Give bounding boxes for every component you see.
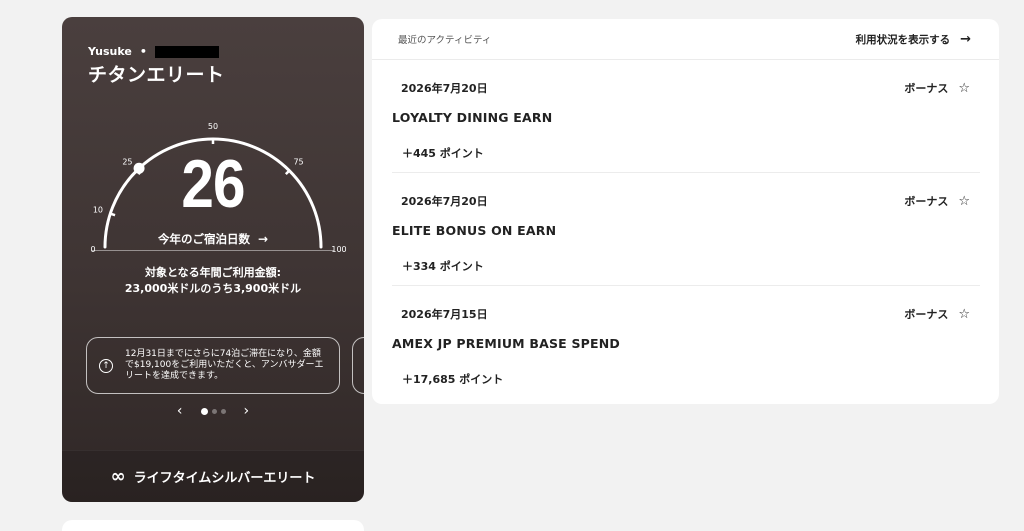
entry-type-label: ボーナス (904, 195, 949, 208)
entry-points: ＋445 ポイント (402, 147, 484, 160)
next-promo-card[interactable] (352, 337, 364, 394)
divider (92, 250, 334, 251)
entry-date: 2026年7月20日 (401, 82, 488, 95)
entry-date: 2026年7月15日 (401, 308, 488, 321)
member-line: Yusuke • (88, 45, 219, 58)
spend-value: 23,000米ドルのうち3,900米ドル (124, 282, 302, 295)
promo-card[interactable]: ↑ 12月31日までにさらに74泊ご滞在になり、金額で$19,100をご利用いた… (86, 337, 340, 394)
nights-link[interactable]: 今年のご宿泊日数 → (62, 231, 364, 247)
entry-date: 2026年7月20日 (401, 195, 488, 208)
spend-label: 対象となる年間ご利用金額: (144, 266, 282, 279)
entry-name: LOYALTY DINING EARN (392, 110, 553, 125)
gauge-tick-label: 50 (208, 122, 218, 131)
activity-title: 最近のアクティビティ (398, 35, 492, 46)
activity-entry[interactable]: 2026年7月20日 ボーナス ☆ ELITE BONUS ON EARN ＋33… (392, 178, 980, 290)
carousel-dot[interactable] (200, 407, 208, 415)
star-icon: ☆ (958, 80, 970, 96)
entry-points: ＋334 ポイント (402, 260, 484, 273)
lifetime-status: ∞ ライフタイムシルバーエリート (62, 450, 364, 502)
promo-text: 12月31日までにさらに74泊ご滞在になり、金額で$19,100をご利用いただく… (125, 349, 324, 381)
nights-label: 今年のご宿泊日数 (157, 232, 250, 246)
entry-type-label: ボーナス (904, 308, 949, 321)
entry-type: ボーナス ☆ (904, 306, 970, 322)
entry-type: ボーナス ☆ (904, 193, 970, 209)
carousel-controls: ‹ › (62, 403, 364, 419)
view-activity-link[interactable]: 利用状況を表示する → (856, 32, 971, 47)
chevron-left-icon[interactable]: ‹ (177, 403, 183, 419)
star-icon: ☆ (958, 193, 970, 209)
carousel-dot[interactable] (220, 408, 226, 414)
tier-name: チタンエリート (88, 64, 225, 86)
entry-points: ＋17,685 ポイント (402, 373, 504, 386)
entry-name: ELITE BONUS ON EARN (392, 223, 557, 238)
secondary-card (62, 520, 364, 531)
arrow-right-icon: → (257, 232, 269, 246)
star-icon: ☆ (958, 306, 970, 322)
redacted-member-number (154, 45, 219, 58)
entry-type: ボーナス ☆ (904, 80, 970, 96)
entry-divider (392, 172, 980, 173)
carousel-dot[interactable] (211, 408, 217, 414)
member-name: Yusuke (88, 45, 132, 58)
name-separator: • (139, 45, 147, 58)
activity-entry[interactable]: 2026年7月15日 ボーナス ☆ AMEX JP PREMIUM BASE SP… (392, 291, 980, 403)
carousel-dots (200, 407, 226, 415)
entry-type-label: ボーナス (904, 82, 949, 95)
activity-header: 最近のアクティビティ 利用状況を表示する → (372, 19, 999, 60)
spend-summary: 対象となる年間ご利用金額: 23,000米ドルのうち3,900米ドル (62, 265, 364, 297)
nights-count: 26 (181, 146, 245, 222)
recent-activity-panel: 最近のアクティビティ 利用状況を表示する → 2026年7月20日 ボーナス ☆ … (372, 19, 999, 404)
arrow-right-icon: → (960, 32, 971, 47)
status-card: Yusuke • チタンエリート 0 10 25 50 75 100 26 今年のご宿泊日… (62, 17, 364, 502)
view-activity-label: 利用状況を表示する (855, 34, 951, 46)
lifetime-label: ライフタイムシルバーエリート (133, 471, 316, 486)
activity-entry[interactable]: 2026年7月20日 ボーナス ☆ LOYALTY DINING EARN ＋44… (392, 65, 980, 177)
entry-divider (392, 285, 980, 286)
entry-name: AMEX JP PREMIUM BASE SPEND (392, 336, 620, 351)
chevron-right-icon[interactable]: › (244, 403, 250, 419)
infinity-icon: ∞ (110, 466, 126, 487)
arrow-up-circle-icon: ↑ (99, 358, 113, 373)
